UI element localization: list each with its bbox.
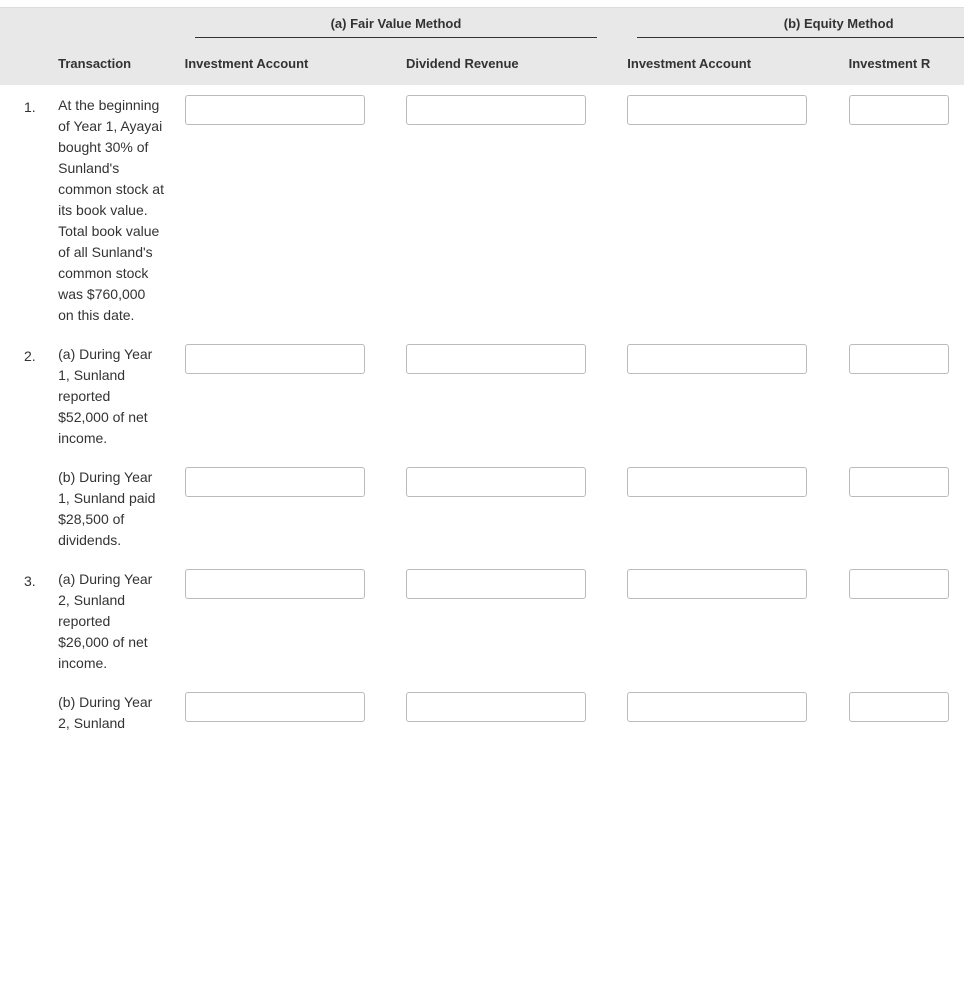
method-header-row: (a) Fair Value Method (b) Equity Method — [0, 8, 964, 46]
column-header-row: Transaction Investment Account Dividend … — [0, 46, 964, 85]
input-fair-value-investment[interactable] — [185, 344, 365, 374]
input-equity-investment[interactable] — [627, 569, 807, 599]
input-dividend-revenue[interactable] — [406, 344, 586, 374]
row-number: 1. — [0, 85, 48, 334]
row-number — [0, 682, 48, 742]
input-dividend-revenue[interactable] — [406, 569, 586, 599]
transaction-text: (a) During Year 1, Sunland reported $52,… — [48, 334, 174, 457]
header-num — [0, 46, 48, 85]
top-border — [0, 0, 964, 8]
input-investment-r[interactable] — [849, 569, 949, 599]
row-number: 3. — [0, 559, 48, 682]
input-equity-investment[interactable] — [627, 95, 807, 125]
transaction-text: (b) During Year 2, Sunland — [48, 682, 174, 742]
header-investment-account-b: Investment Account — [617, 46, 838, 85]
input-fair-value-investment[interactable] — [185, 569, 365, 599]
input-investment-r[interactable] — [849, 467, 949, 497]
transaction-text: (a) During Year 2, Sunland reported $26,… — [48, 559, 174, 682]
table-row: (b) During Year 2, Sunland — [0, 682, 964, 742]
header-dividend-revenue: Dividend Revenue — [396, 46, 617, 85]
method-a-label: (a) Fair Value Method — [195, 16, 598, 38]
row-number: 2. — [0, 334, 48, 457]
table-container: (a) Fair Value Method (b) Equity Method … — [0, 8, 964, 742]
accounting-table: (a) Fair Value Method (b) Equity Method … — [0, 8, 964, 742]
header-blank-num — [0, 8, 48, 46]
table-row: 3. (a) During Year 2, Sunland reported $… — [0, 559, 964, 682]
transaction-text: (b) During Year 1, Sunland paid $28,500 … — [48, 457, 174, 559]
input-equity-investment[interactable] — [627, 344, 807, 374]
header-blank-trans — [48, 8, 174, 46]
input-dividend-revenue[interactable] — [406, 692, 586, 722]
input-investment-r[interactable] — [849, 95, 949, 125]
header-investment-account-a: Investment Account — [175, 46, 396, 85]
input-equity-investment[interactable] — [627, 467, 807, 497]
input-fair-value-investment[interactable] — [185, 95, 365, 125]
input-dividend-revenue[interactable] — [406, 467, 586, 497]
header-transaction: Transaction — [48, 46, 174, 85]
transaction-text: At the beginning of Year 1, Ayayai bough… — [48, 85, 174, 334]
table-row: 2. (a) During Year 1, Sunland reported $… — [0, 334, 964, 457]
table-row: 1. At the beginning of Year 1, Ayayai bo… — [0, 85, 964, 334]
input-fair-value-investment[interactable] — [185, 692, 365, 722]
method-b-label: (b) Equity Method — [637, 16, 964, 38]
header-method-b: (b) Equity Method — [617, 8, 964, 46]
input-equity-investment[interactable] — [627, 692, 807, 722]
header-investment-r: Investment R — [839, 46, 964, 85]
input-fair-value-investment[interactable] — [185, 467, 365, 497]
table-row: (b) During Year 1, Sunland paid $28,500 … — [0, 457, 964, 559]
header-method-a: (a) Fair Value Method — [175, 8, 618, 46]
input-investment-r[interactable] — [849, 692, 949, 722]
input-investment-r[interactable] — [849, 344, 949, 374]
input-dividend-revenue[interactable] — [406, 95, 586, 125]
row-number — [0, 457, 48, 559]
